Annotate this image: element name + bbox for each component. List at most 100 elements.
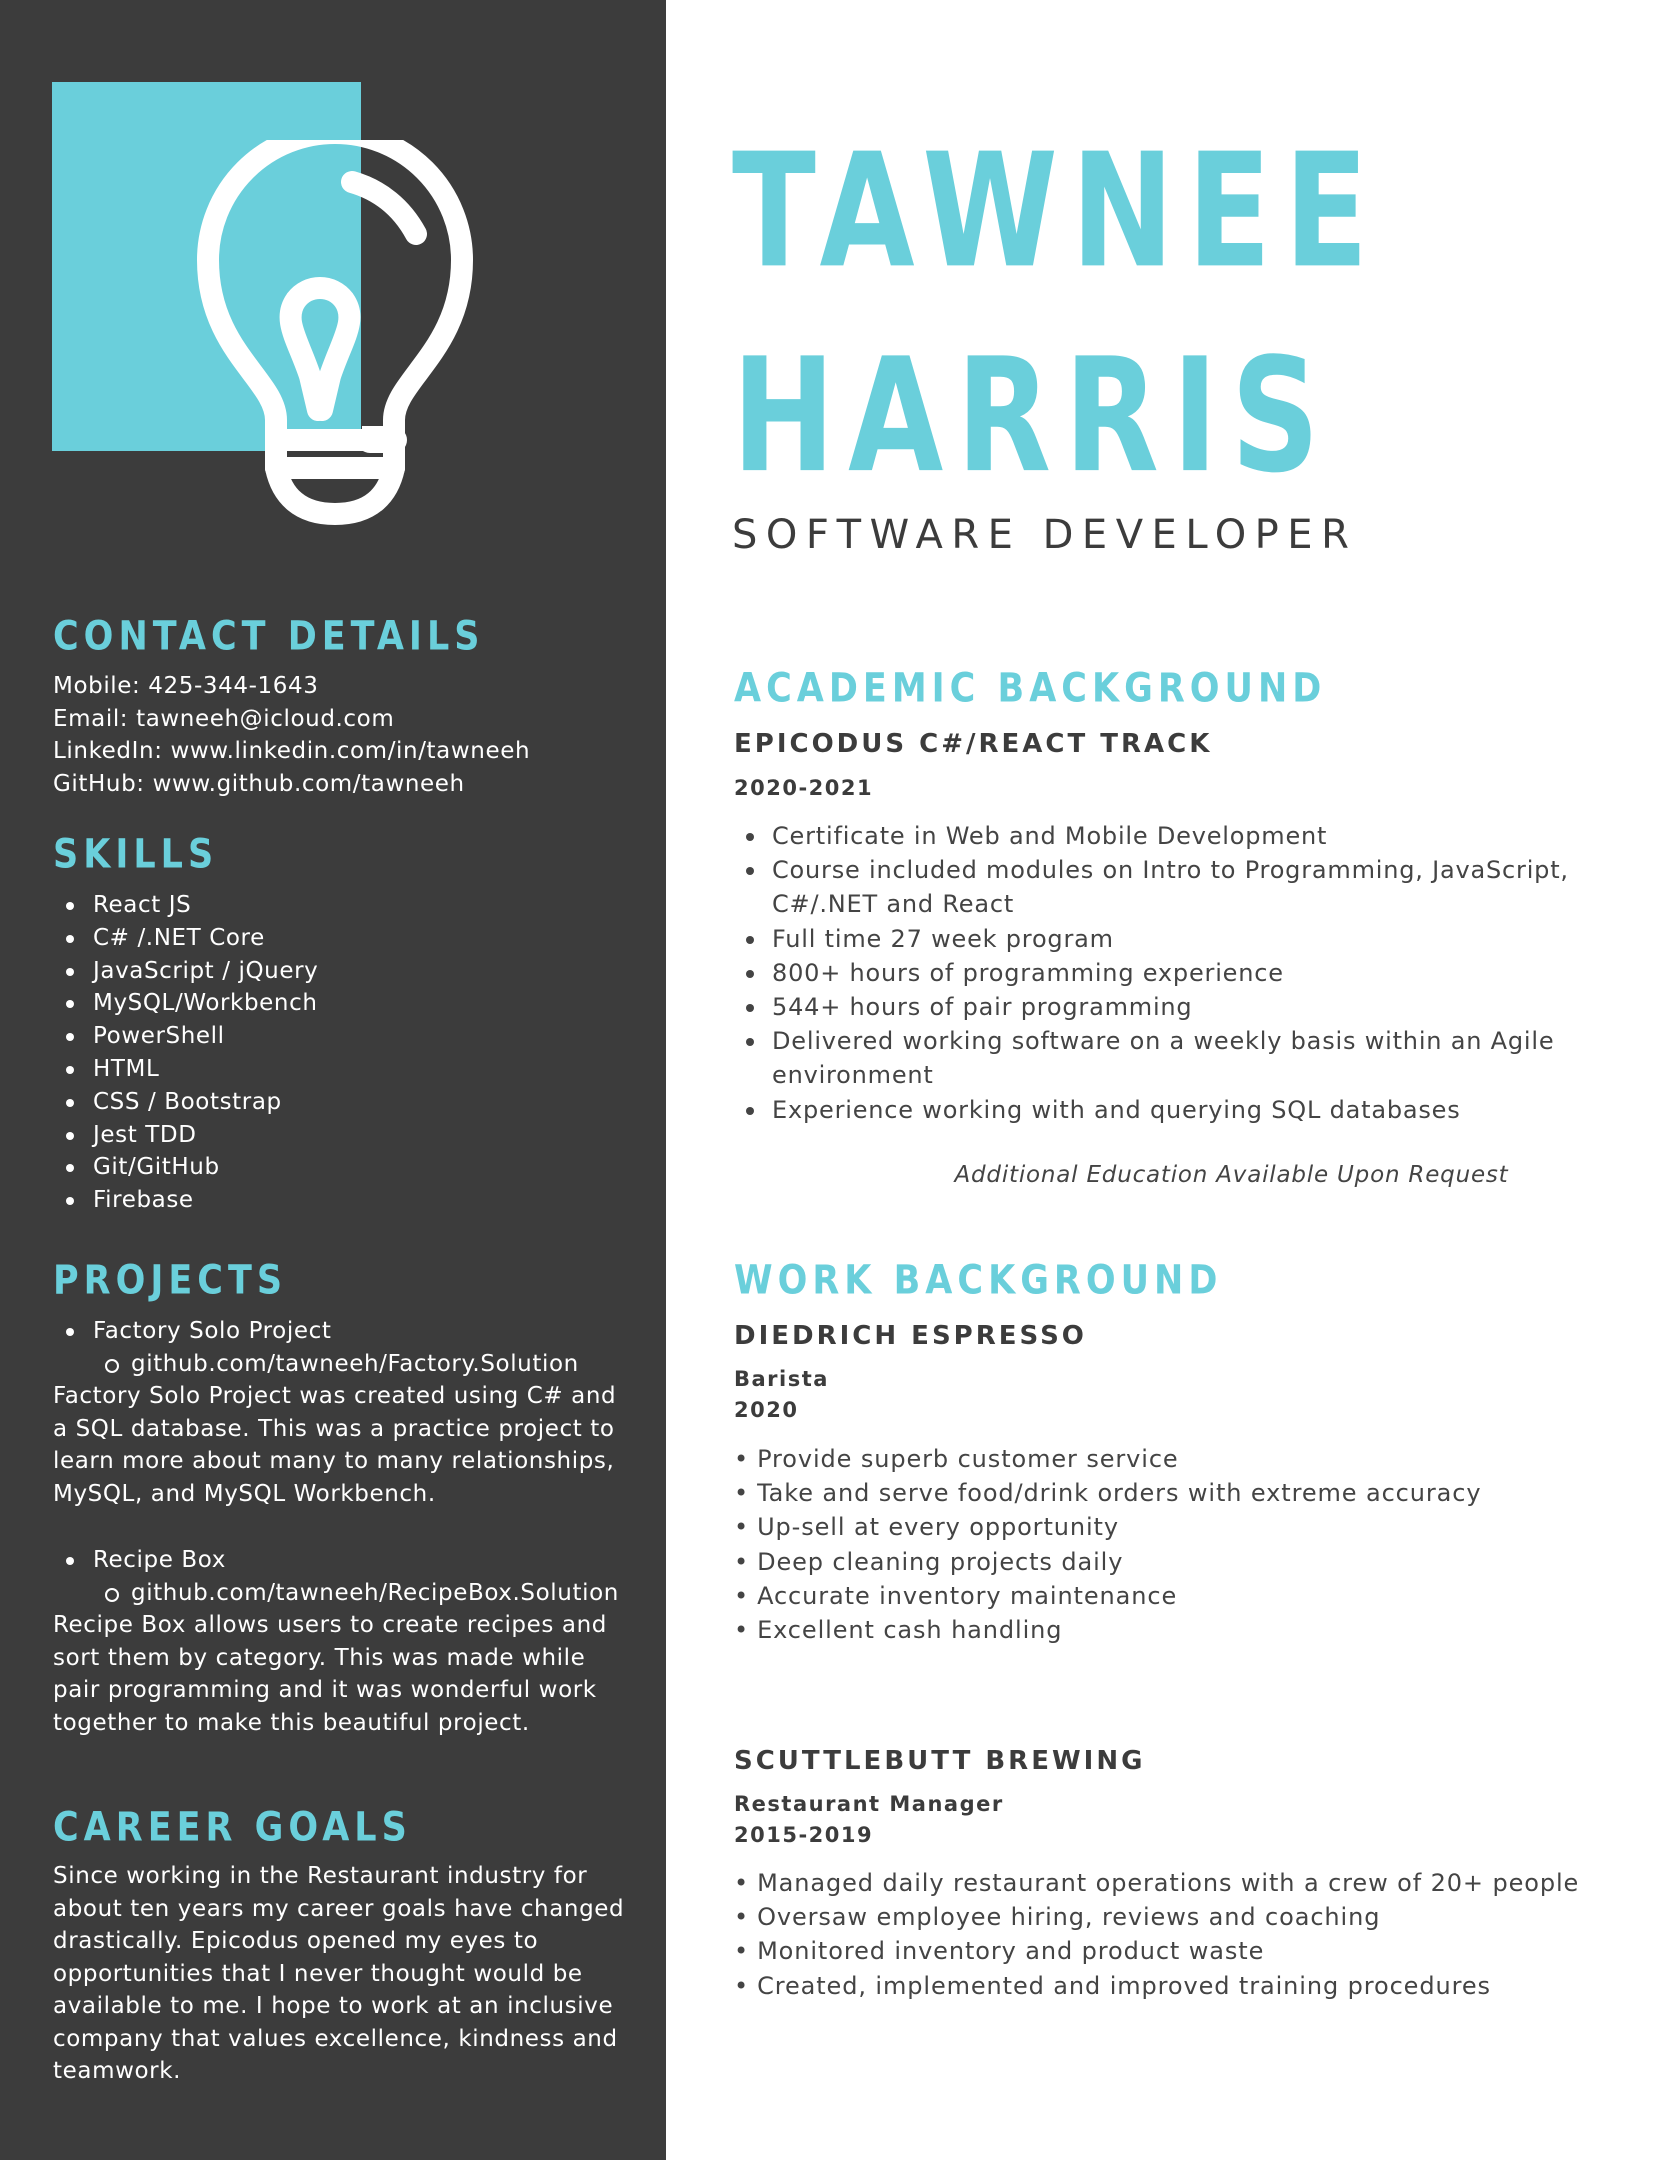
job-role: Barista — [734, 1367, 829, 1391]
academic-bullet: 544+ hours of pair programming — [734, 990, 1594, 1024]
first-name: TAWNEE — [732, 120, 1382, 304]
skill-item: JavaScript / jQuery — [53, 955, 318, 988]
bullet-text: environment — [772, 1061, 934, 1090]
career-heading: CAREER GOALS — [53, 1805, 412, 1851]
skill-item: Jest TDD — [53, 1119, 318, 1152]
project-title: Factory Solo Project — [53, 1315, 623, 1348]
bullet-text: C#/.NET and React — [772, 890, 1015, 919]
academic-bullets: Certificate in Web and Mobile Developmen… — [734, 819, 1594, 1127]
job-bullets: • Provide superb customer service • Take a… — [734, 1442, 1481, 1647]
lightbulb-icon — [197, 140, 473, 525]
academic-bullet: Experience working with and querying SQL… — [734, 1093, 1594, 1127]
bullet-text: Excellent cash handling — [757, 1616, 1063, 1645]
skills-heading: SKILLS — [53, 832, 219, 878]
school-name: EPICODUS C#/REACT TRACK — [734, 729, 1213, 759]
bullet-mark: • — [734, 1903, 750, 1932]
job-bullets: • Managed daily restaurant operations wit… — [734, 1866, 1579, 2003]
academic-bullet: 800+ hours of programming experience — [734, 956, 1594, 990]
project-title: Recipe Box — [53, 1544, 623, 1577]
skill-item: CSS / Bootstrap — [53, 1086, 318, 1119]
bullet-text: Take and serve food/drink orders with ex… — [757, 1479, 1482, 1508]
academic-bullet: Delivered working software on a weekly b… — [734, 1024, 1594, 1092]
project-desc-line: together to make this beautiful project. — [53, 1709, 530, 1736]
skill-item: HTML — [53, 1053, 318, 1086]
job-bullet: • Provide superb customer service — [734, 1442, 1481, 1476]
career-line: available to me. I hope to work at an in… — [53, 1993, 614, 2019]
bullet-mark: • — [734, 1547, 750, 1576]
project-recipe-box: Recipe Box github.com/tawneeh/RecipeBox.… — [53, 1544, 623, 1740]
bullet-text: Managed daily restaurant operations with… — [757, 1869, 1580, 1897]
project-desc-line: sort them by category. This was made whi… — [53, 1644, 586, 1671]
contact-details: Mobile: 425-344-1643 Email: tawneeh@iclo… — [53, 670, 530, 800]
skill-item: React JS — [53, 889, 318, 922]
job-bullet: • Deep cleaning projects daily — [734, 1545, 1481, 1579]
project-desc-line: Factory Solo Project was created using C… — [53, 1383, 617, 1410]
academic-bullet: Certificate in Web and Mobile Developmen… — [734, 819, 1594, 853]
career-line: opportunities that I never thought would… — [53, 1960, 583, 1987]
contact-linkedin: LinkedIn: www.linkedin.com/in/tawneeh — [53, 738, 531, 764]
school-years: 2020-2021 — [734, 776, 874, 800]
academic-bullet: Full time 27 week program — [734, 922, 1594, 956]
project-desc-line: MySQL, and MySQL Workbench. — [53, 1480, 436, 1507]
job-bullet: • Take and serve food/drink orders with e… — [734, 1476, 1481, 1510]
company-name: DIEDRICH ESPRESSO — [734, 1321, 1087, 1351]
career-line: teamwork. — [53, 2058, 182, 2084]
career-line: Since working in the Restaurant industry… — [53, 1863, 588, 1889]
skill-item: Firebase — [53, 1184, 318, 1217]
candidate-name: TAWNEE HARRIS — [732, 110, 1381, 520]
skill-item: MySQL/Workbench — [53, 987, 318, 1020]
project-link[interactable]: github.com/tawneeh/Factory.Solution — [53, 1348, 623, 1381]
academic-heading: ACADEMIC BACKGROUND — [734, 666, 1327, 712]
project-link[interactable]: github.com/tawneeh/RecipeBox.Solution — [53, 1577, 623, 1610]
bullet-text: Monitored inventory and product waste — [757, 1937, 1265, 1966]
job-bullet: • Managed daily restaurant operations wit… — [734, 1866, 1579, 1900]
job-bullet: • Created, implemented and improved train… — [734, 1969, 1579, 2003]
career-goals-text: Since working in the Restaurant industry… — [53, 1860, 624, 2088]
skill-item: C# /.NET Core — [53, 922, 318, 955]
bullet-text: Accurate inventory maintenance — [757, 1581, 1178, 1610]
bullet-text: 544+ hours of pair programming — [772, 993, 1193, 1022]
bullet-mark: • — [734, 1479, 750, 1508]
bullet-text: Experience working with and querying SQL… — [772, 1095, 1461, 1124]
bullet-text: Delivered working software on a weekly b… — [772, 1027, 1555, 1056]
bullet-text: Up-sell at every opportunity — [757, 1513, 1119, 1542]
job-bullet: • Accurate inventory maintenance — [734, 1579, 1481, 1613]
skills-list: React JS C# /.NET Core JavaScript / jQue… — [53, 889, 318, 1217]
projects-heading: PROJECTS — [53, 1258, 288, 1304]
job-years: 2020 — [734, 1398, 799, 1422]
bullet-mark: • — [734, 1971, 750, 2000]
bullet-text: Deep cleaning projects daily — [757, 1547, 1124, 1576]
project-desc-line: pair programming and it was wonderful wo… — [53, 1677, 597, 1704]
bullet-mark: • — [734, 1581, 750, 1610]
contact-mobile: Mobile: 425-344-1643 — [53, 673, 319, 699]
bullet-text: Oversaw employee hiring, reviews and coa… — [757, 1903, 1381, 1932]
project-description: Recipe Box allows users to create recipe… — [53, 1609, 623, 1739]
academic-bullet: Course included modules on Intro to Prog… — [734, 853, 1594, 921]
job-bullet: • Up-sell at every opportunity — [734, 1510, 1481, 1544]
bullet-text: Created, implemented and improved traini… — [757, 1971, 1491, 2000]
career-line: about ten years my career goals have cha… — [53, 1895, 625, 1922]
skill-item: Git/GitHub — [53, 1151, 318, 1184]
project-factory: Factory Solo Project github.com/tawneeh/… — [53, 1315, 623, 1511]
bullet-text: Full time 27 week program — [772, 924, 1114, 953]
project-description: Factory Solo Project was created using C… — [53, 1380, 623, 1510]
project-desc-line: Recipe Box allows users to create recipe… — [53, 1612, 607, 1639]
job-bullet: • Excellent cash handling — [734, 1613, 1481, 1647]
career-line: drastically. Epicodus opened my eyes to — [53, 1928, 539, 1954]
project-desc-line: learn more about many to many relationsh… — [53, 1448, 615, 1475]
job-role-years: Barista 2020 — [734, 1364, 829, 1426]
bullet-mark: • — [734, 1445, 750, 1473]
work-heading: WORK BACKGROUND — [734, 1258, 1223, 1304]
job-title: SOFTWARE DEVELOPER — [732, 512, 1358, 558]
job-role: Restaurant Manager — [734, 1792, 1004, 1816]
education-note: Additional Education Available Upon Requ… — [954, 1162, 1509, 1188]
bullet-mark: • — [734, 1937, 750, 1966]
company-name: SCUTTLEBUTT BREWING — [734, 1746, 1146, 1776]
bullet-mark: • — [734, 1616, 750, 1645]
bullet-text: Certificate in Web and Mobile Developmen… — [772, 822, 1328, 850]
job-years: 2015-2019 — [734, 1823, 874, 1847]
bullet-text: Course included modules on Intro to Prog… — [772, 856, 1569, 885]
last-name: HARRIS — [732, 325, 1333, 508]
bullet-mark: • — [734, 1869, 750, 1897]
main-column: TAWNEE HARRIS SOFTWARE DEVELOPER ACADEMI… — [666, 0, 1657, 2160]
